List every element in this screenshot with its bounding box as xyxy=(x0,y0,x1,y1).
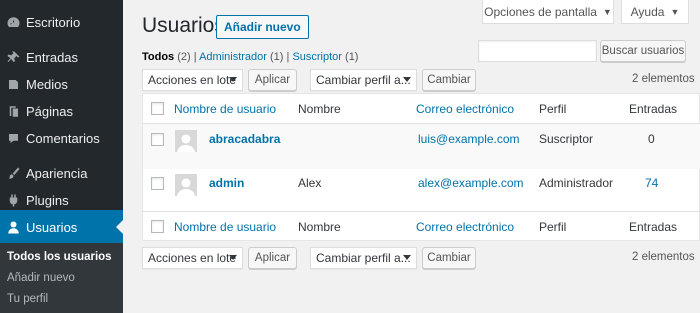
change-role-select-bottom[interactable]: Cambiar perfil a... xyxy=(310,247,417,269)
users-table: Nombre de usuario Nombre Correo electrón… xyxy=(142,93,700,241)
items-count-bottom: 2 elementos xyxy=(632,251,695,263)
active-menu-arrow xyxy=(116,220,123,234)
sidebar-item-label: Usuarios xyxy=(26,219,78,235)
filter-all-count: (2) xyxy=(177,51,191,63)
add-new-button[interactable]: Añadir nuevo xyxy=(216,15,309,39)
table-footer-row: Nombre de usuario Nombre Correo electrón… xyxy=(143,211,700,241)
column-email[interactable]: Correo electrónico xyxy=(416,102,514,116)
screen-options-label: Opciones de pantalla xyxy=(484,4,597,19)
filter-administrator-count: (1) xyxy=(270,51,284,63)
admin-sidebar: Escritorio Entradas Medios Páginas Comen… xyxy=(0,0,123,313)
sidebar-item-comments[interactable]: Comentarios xyxy=(0,121,123,155)
sidebar-item-dashboard[interactable]: Escritorio xyxy=(0,5,123,39)
select-caret-icon xyxy=(229,255,237,260)
sidebar-item-label: Apariencia xyxy=(26,165,88,181)
users-icon xyxy=(0,220,26,235)
filter-subscriber-count: (1) xyxy=(345,51,359,63)
bulk-actions-value: Acciones en lote xyxy=(148,73,237,87)
table-header-row: Nombre de usuario Nombre Correo electrón… xyxy=(143,94,700,124)
row-checkbox[interactable] xyxy=(151,133,164,146)
filter-all[interactable]: Todos xyxy=(142,51,174,63)
screen-options-button[interactable]: Opciones de pantalla ▼ xyxy=(482,0,614,24)
table-row: admin Alex alex@example.com Administrado… xyxy=(143,169,700,211)
submenu-item-all-users[interactable]: Todos los usuarios xyxy=(7,251,112,263)
row-username[interactable]: admin xyxy=(209,176,244,190)
row-name: Alex xyxy=(298,176,322,190)
column-username[interactable]: Nombre de usuario xyxy=(174,220,276,234)
sidebar-item-label: Medios xyxy=(26,76,68,92)
column-name: Nombre xyxy=(298,102,341,116)
column-email[interactable]: Correo electrónico xyxy=(416,220,514,234)
help-label: Ayuda xyxy=(630,4,665,19)
submenu-item-profile[interactable]: Tu perfil xyxy=(7,293,48,305)
table-row: abracadabra luis@example.com Suscriptor … xyxy=(143,124,700,169)
avatar xyxy=(175,174,197,196)
sidebar-item-label: Escritorio xyxy=(26,14,81,30)
column-posts: Entradas xyxy=(629,220,678,234)
users-submenu: Todos los usuarios Añadir nuevo Tu perfi… xyxy=(0,243,123,313)
search-users-button[interactable]: Buscar usuarios xyxy=(600,40,686,62)
paintbrush-icon xyxy=(0,166,26,181)
bulk-actions-value: Acciones en lote xyxy=(148,251,237,265)
select-caret-icon xyxy=(229,77,237,82)
select-all-checkbox[interactable] xyxy=(151,102,164,115)
filter-administrator[interactable]: Administrador xyxy=(199,51,267,63)
bulk-actions-select[interactable]: Acciones en lote xyxy=(142,69,243,91)
apply-button[interactable]: Aplicar xyxy=(248,69,297,91)
sidebar-item-label: Plugins xyxy=(26,192,69,208)
sidebar-item-label: Comentarios xyxy=(26,130,100,146)
apply-button-bottom[interactable]: Aplicar xyxy=(248,247,297,269)
select-all-checkbox[interactable] xyxy=(151,220,164,233)
page-title: Usuarios xyxy=(142,14,225,37)
media-icon xyxy=(0,77,26,92)
column-role: Perfil xyxy=(539,220,567,234)
column-role: Perfil xyxy=(539,102,567,116)
change-button[interactable]: Cambiar xyxy=(422,69,476,91)
sidebar-item-users[interactable]: Usuarios xyxy=(0,210,123,244)
select-caret-icon xyxy=(403,77,411,82)
bulk-actions-select-bottom[interactable]: Acciones en lote xyxy=(142,247,243,269)
row-email[interactable]: luis@example.com xyxy=(418,132,520,146)
plugins-icon xyxy=(0,193,26,208)
sidebar-item-label: Páginas xyxy=(26,103,73,119)
change-role-select[interactable]: Cambiar perfil a... xyxy=(310,69,417,91)
caret-down-icon: ▼ xyxy=(670,6,680,17)
filter-separator: | xyxy=(193,51,197,63)
caret-down-icon: ▼ xyxy=(602,6,612,17)
pages-icon xyxy=(0,104,26,119)
change-role-value: Cambiar perfil a... xyxy=(316,251,411,265)
filter-subscriber[interactable]: Suscriptor xyxy=(292,51,342,63)
row-posts[interactable]: 74 xyxy=(645,176,658,190)
avatar xyxy=(175,130,197,152)
select-caret-icon xyxy=(403,255,411,260)
row-role: Administrador xyxy=(539,176,614,190)
search-input[interactable] xyxy=(478,40,597,62)
sidebar-item-label: Entradas xyxy=(26,49,79,65)
help-button[interactable]: Ayuda ▼ xyxy=(621,0,689,24)
comments-icon xyxy=(0,131,26,146)
column-posts: Entradas xyxy=(629,102,678,116)
column-username[interactable]: Nombre de usuario xyxy=(174,102,276,116)
filter-separator: | xyxy=(286,51,290,63)
change-role-value: Cambiar perfil a... xyxy=(316,73,411,87)
row-checkbox[interactable] xyxy=(151,177,164,190)
items-count: 2 elementos xyxy=(632,73,695,85)
submenu-item-add-new[interactable]: Añadir nuevo xyxy=(7,272,75,284)
row-username[interactable]: abracadabra xyxy=(209,132,280,146)
column-name: Nombre xyxy=(298,220,341,234)
row-posts: 0 xyxy=(648,132,655,146)
row-email[interactable]: alex@example.com xyxy=(418,176,524,190)
dashboard-icon xyxy=(0,15,26,30)
role-filter-links: Todos (2) | Administrador (1) | Suscript… xyxy=(142,51,358,63)
pin-icon xyxy=(0,50,26,65)
change-button-bottom[interactable]: Cambiar xyxy=(422,247,476,269)
row-role: Suscriptor xyxy=(539,132,594,146)
